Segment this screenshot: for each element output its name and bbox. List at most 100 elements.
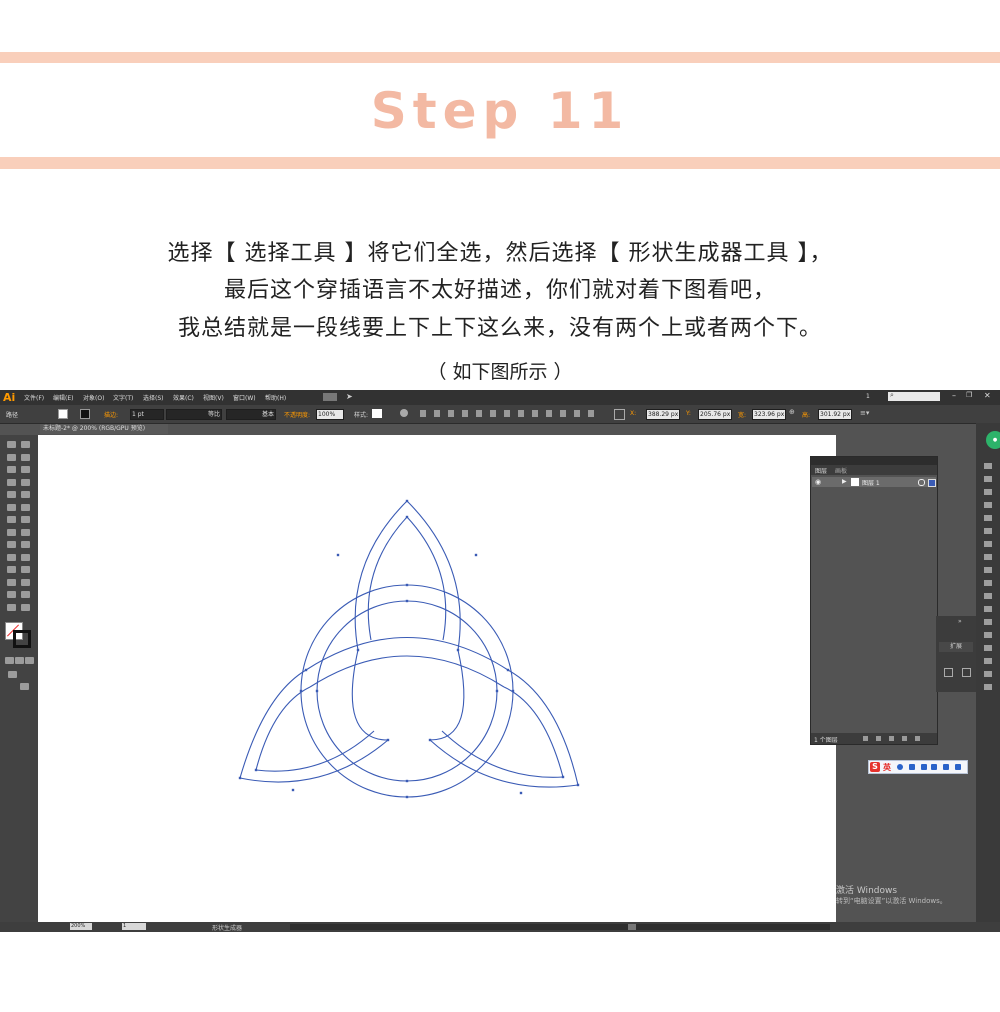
dock-panel-icon[interactable] bbox=[984, 567, 992, 573]
dock-panel-icon[interactable] bbox=[984, 632, 992, 638]
variable-width-profile[interactable]: 等比 bbox=[166, 409, 222, 420]
layer-actions-icons[interactable] bbox=[863, 736, 927, 741]
dock-panel-icon[interactable] bbox=[984, 554, 992, 560]
tool-icon[interactable] bbox=[7, 541, 16, 548]
dock-panel-icon[interactable] bbox=[984, 593, 992, 599]
workspace-switcher-icon[interactable] bbox=[323, 393, 337, 401]
pathfinder-icon[interactable] bbox=[944, 668, 953, 677]
tool-icon[interactable] bbox=[7, 491, 16, 498]
dock-panel-icon[interactable] bbox=[984, 502, 992, 508]
layer-row[interactable]: ◉ ▶ 图层 1 bbox=[812, 477, 936, 487]
search-field[interactable] bbox=[888, 392, 940, 401]
x-field[interactable]: 388.29 px bbox=[646, 409, 680, 420]
keyboard-icon[interactable] bbox=[931, 764, 937, 770]
menu-view[interactable]: 视图(V) bbox=[203, 393, 224, 402]
stroke-indicator[interactable] bbox=[13, 630, 31, 648]
tool-icon[interactable] bbox=[7, 503, 16, 511]
dock-panel-icon[interactable] bbox=[984, 684, 992, 690]
restore-icon[interactable]: ❐ bbox=[966, 391, 972, 399]
status-badge[interactable]: ● bbox=[986, 431, 1000, 449]
anchor-point[interactable] bbox=[238, 776, 242, 780]
tab-layers[interactable]: 图层 bbox=[815, 466, 827, 475]
tool-icon[interactable] bbox=[21, 591, 30, 598]
tool-icon[interactable] bbox=[7, 466, 16, 473]
menu-object[interactable]: 对象(O) bbox=[83, 393, 104, 402]
tool-icon[interactable] bbox=[7, 441, 16, 448]
tool-icon[interactable] bbox=[7, 591, 16, 598]
height-field[interactable]: 301.92 px bbox=[818, 409, 852, 420]
inner-ring-path[interactable] bbox=[316, 600, 498, 782]
dock-panel-icon[interactable] bbox=[984, 580, 992, 586]
top-leaf-outer-left-path[interactable] bbox=[354, 500, 408, 651]
anchor-point[interactable] bbox=[576, 783, 580, 787]
dock-panel-icon[interactable] bbox=[984, 658, 992, 664]
dock-panel-icon[interactable] bbox=[984, 463, 992, 469]
anchor-point[interactable] bbox=[386, 738, 390, 742]
dock-panel-icon[interactable] bbox=[984, 528, 992, 534]
top-leaf-inner-left-path[interactable] bbox=[367, 516, 408, 641]
opacity-field[interactable]: 100% bbox=[316, 409, 344, 420]
menu-type[interactable]: 文字(T) bbox=[113, 393, 133, 402]
anchor-point[interactable] bbox=[474, 553, 478, 557]
ime-language[interactable]: 英 bbox=[883, 762, 891, 773]
punctuation-icon[interactable] bbox=[909, 764, 915, 770]
align-icons[interactable] bbox=[420, 410, 600, 417]
tool-icon[interactable] bbox=[21, 578, 30, 586]
anchor-point[interactable] bbox=[495, 689, 499, 693]
top-loop-inner-arc-path[interactable] bbox=[309, 655, 505, 688]
tools-icon[interactable] bbox=[955, 764, 961, 770]
send-icon[interactable]: ➤ bbox=[346, 392, 353, 401]
top-loop-arc-path[interactable] bbox=[305, 636, 509, 671]
outer-ring-path[interactable] bbox=[300, 584, 514, 798]
anchor-point[interactable] bbox=[405, 795, 409, 799]
anchor-point[interactable] bbox=[561, 775, 565, 779]
link-proportions-icon[interactable]: ⊕ bbox=[789, 408, 795, 416]
menu-effect[interactable]: 效果(C) bbox=[173, 393, 194, 402]
scroll-thumb[interactable] bbox=[628, 924, 636, 930]
right-leaf-outer-bottom-path[interactable] bbox=[429, 739, 579, 788]
tool-icon[interactable] bbox=[21, 528, 30, 536]
collapse-icon[interactable]: » bbox=[958, 618, 962, 625]
right-loop-arc-path[interactable] bbox=[429, 649, 465, 741]
tool-icon[interactable] bbox=[21, 516, 30, 523]
tool-icon[interactable] bbox=[7, 578, 16, 586]
tool-icon[interactable] bbox=[21, 453, 30, 461]
recolor-icon[interactable] bbox=[400, 409, 408, 417]
stroke-swatch[interactable] bbox=[80, 409, 90, 419]
eye-icon[interactable]: ◉ bbox=[815, 478, 821, 486]
skin-icon[interactable] bbox=[943, 764, 949, 770]
dock-panel-icon[interactable] bbox=[984, 606, 992, 612]
top-leaf-inner-right-path[interactable] bbox=[406, 516, 447, 641]
anchor-point[interactable] bbox=[315, 689, 319, 693]
tool-icon[interactable] bbox=[21, 603, 30, 611]
dock-panel-icon[interactable] bbox=[984, 645, 992, 651]
tool-icon[interactable] bbox=[7, 528, 16, 536]
artboard-canvas[interactable] bbox=[38, 435, 836, 922]
minimize-icon[interactable]: – bbox=[952, 391, 956, 400]
tool-icon[interactable] bbox=[7, 516, 16, 523]
anchor-point[interactable] bbox=[299, 689, 303, 693]
tool-icon[interactable] bbox=[21, 553, 30, 561]
top-leaf-outer-right-path[interactable] bbox=[406, 500, 461, 651]
color-mode-icon[interactable] bbox=[5, 657, 14, 664]
tool-icon[interactable] bbox=[21, 541, 30, 548]
dock-panel-icon[interactable] bbox=[984, 619, 992, 625]
tool-icon[interactable] bbox=[21, 503, 30, 511]
tool-icon[interactable] bbox=[7, 478, 16, 486]
anchor-point[interactable] bbox=[405, 499, 409, 503]
ime-toolbar[interactable]: S 英 bbox=[868, 760, 968, 774]
document-tab[interactable]: 未标题-2* @ 200% (RGB/GPU 预览) bbox=[40, 424, 168, 434]
menu-edit[interactable]: 编辑(E) bbox=[53, 393, 73, 402]
expand-button[interactable]: 扩展 bbox=[939, 642, 973, 652]
anchor-point[interactable] bbox=[336, 553, 340, 557]
fill-swatch[interactable] bbox=[58, 409, 68, 419]
anchor-point[interactable] bbox=[291, 788, 295, 792]
style-swatch[interactable] bbox=[372, 409, 382, 418]
brush-definition[interactable]: 基本 bbox=[226, 409, 276, 420]
tool-icon[interactable] bbox=[7, 566, 16, 573]
panel-menu-icon[interactable]: ≡▾ bbox=[860, 409, 869, 417]
tool-icon[interactable] bbox=[21, 491, 30, 498]
anchor-point[interactable] bbox=[356, 648, 360, 652]
transform-reference-icon[interactable] bbox=[614, 409, 625, 420]
dock-panel-icon[interactable] bbox=[984, 489, 992, 495]
